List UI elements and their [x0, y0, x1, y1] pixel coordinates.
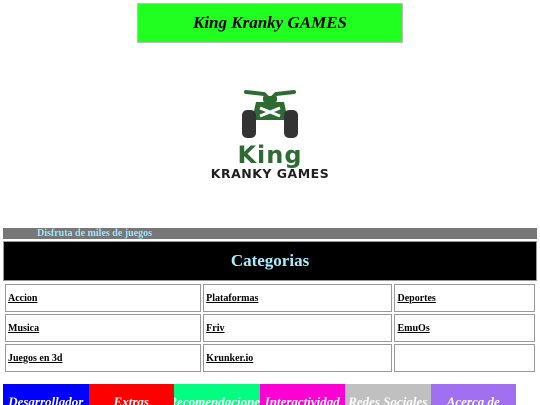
site-logo[interactable]: King Kranky Games [190, 86, 350, 186]
nav-button-acerca-de[interactable]: Acerca de [430, 384, 516, 405]
categories-header: Categorias [3, 241, 537, 281]
table-row: Juegos en 3d Krunker.io [5, 344, 535, 372]
tagline-bar: Disfruta de miles de juegos [3, 228, 537, 239]
table-cell-empty [394, 344, 535, 372]
table-cell: Musica [5, 314, 202, 342]
atv-icon [242, 90, 298, 138]
category-link-juegos-3d[interactable]: Juegos en 3d [8, 353, 62, 364]
category-link-accion[interactable]: Accion [8, 293, 37, 304]
nav-button-redes-sociales[interactable]: Redes Sociales [345, 384, 431, 405]
logo-text-king: King [237, 141, 303, 169]
table-row: Accion Plataformas Deportes [5, 284, 535, 312]
nav-button-desarrollador[interactable]: Desarrollador [3, 384, 89, 405]
category-link-emuos[interactable]: EmuOs [397, 323, 429, 334]
site-title: King Kranky GAMES [193, 13, 347, 32]
table-cell: Juegos en 3d [5, 344, 202, 372]
table-cell: Friv [203, 314, 393, 342]
table-cell: EmuOs [394, 314, 535, 342]
logo-text-kranky-games: Kranky Games [210, 166, 330, 181]
category-link-friv[interactable]: Friv [206, 323, 224, 334]
tagline-text: Disfruta de miles de juegos [37, 228, 152, 239]
category-link-deportes[interactable]: Deportes [397, 293, 435, 304]
table-row: Musica Friv EmuOs [5, 314, 535, 342]
site-title-banner: King Kranky GAMES [137, 3, 403, 43]
nav-button-interactividad[interactable]: Interactividad [259, 384, 345, 405]
table-cell: Deportes [394, 284, 535, 312]
bottom-nav: Desarrollador Extras Recomendaciones Int… [3, 384, 537, 405]
table-cell: Accion [5, 284, 202, 312]
table-cell: Plataformas [203, 284, 393, 312]
categories-table: Accion Plataformas Deportes Musica Friv … [3, 282, 537, 374]
table-cell: Krunker.io [203, 344, 393, 372]
category-link-musica[interactable]: Musica [8, 323, 39, 334]
nav-button-extras[interactable]: Extras [88, 384, 174, 405]
nav-button-recomendaciones[interactable]: Recomendaciones [174, 384, 260, 405]
categories-title: Categorias [230, 251, 310, 270]
category-link-plataformas[interactable]: Plataformas [206, 293, 258, 304]
category-link-krunker[interactable]: Krunker.io [206, 353, 253, 364]
